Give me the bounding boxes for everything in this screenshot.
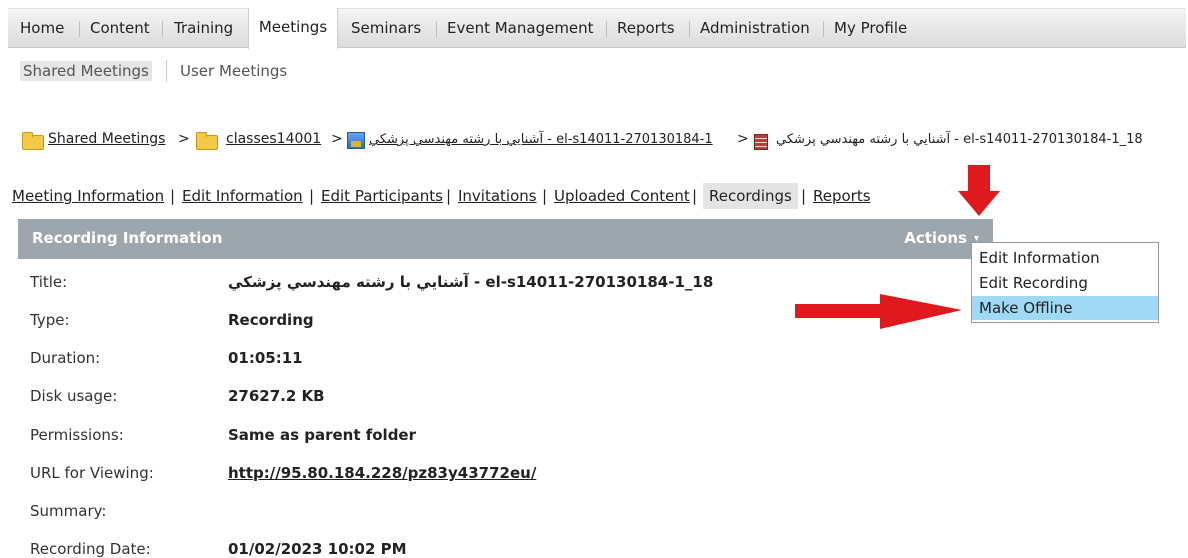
right-arrow-annotation [795, 294, 962, 329]
annotation-arrows [795, 165, 1000, 329]
down-arrow-annotation [958, 165, 1000, 216]
